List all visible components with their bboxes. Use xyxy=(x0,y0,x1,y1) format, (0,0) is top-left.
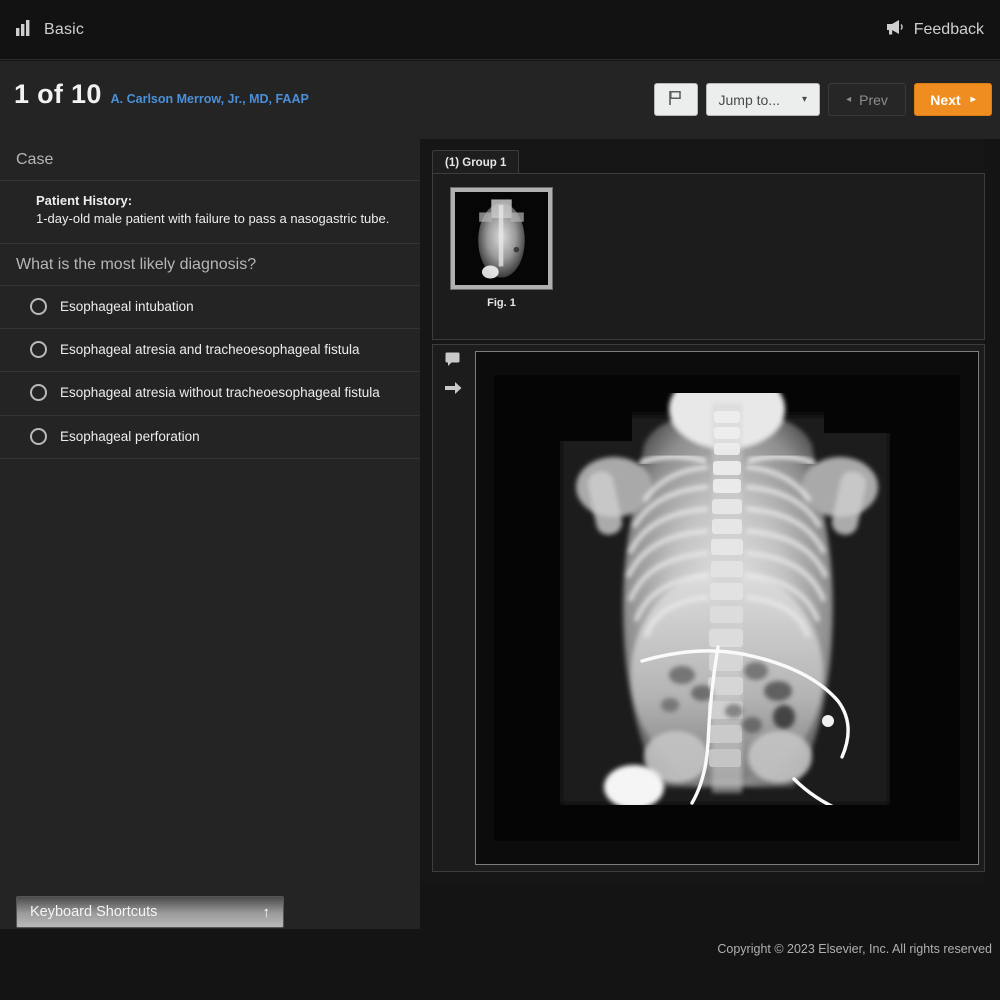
answer-option-1[interactable]: Esophageal intubation xyxy=(0,286,420,329)
arrow-up-icon: ↑ xyxy=(263,905,271,920)
next-label: Next xyxy=(930,92,960,108)
feedback-label: Feedback xyxy=(914,21,984,39)
thumbnail-item[interactable]: Fig. 1 xyxy=(451,188,552,309)
viewer-tools xyxy=(439,352,467,400)
answer-option-3[interactable]: Esophageal atresia without tracheoesopha… xyxy=(0,372,420,415)
answer-option-2[interactable]: Esophageal atresia and tracheoesophageal… xyxy=(0,329,420,372)
comment-bubble-icon[interactable] xyxy=(445,352,462,372)
brand-label: Basic xyxy=(44,21,84,39)
thumbnail-image[interactable] xyxy=(451,188,552,289)
case-counter-group: 1 of 10 A. Carlson Merrow, Jr., MD, FAAP xyxy=(14,79,309,110)
radio-icon[interactable] xyxy=(30,384,47,401)
case-panel: Case Patient History: 1-day-old male pat… xyxy=(0,139,420,929)
patient-history-label: Patient History: xyxy=(36,193,402,208)
image-viewer-panel: (1) Group 1 xyxy=(420,139,984,883)
tab-group-1[interactable]: (1) Group 1 xyxy=(432,150,519,175)
top-bar: Basic Feedback xyxy=(0,0,1000,60)
copyright-text: Copyright © 2023 Elsevier, Inc. All righ… xyxy=(717,942,992,956)
chevron-right-icon: ▸ xyxy=(971,95,976,105)
flag-icon xyxy=(668,90,683,109)
footer: Copyright © 2023 Elsevier, Inc. All righ… xyxy=(0,929,1000,1000)
viewer-tab-strip: (1) Group 1 xyxy=(432,150,519,175)
answer-option-label: Esophageal perforation xyxy=(60,427,200,447)
radio-icon[interactable] xyxy=(30,298,47,315)
keyboard-shortcuts-label: Keyboard Shortcuts xyxy=(30,904,157,920)
prev-label: Prev xyxy=(859,92,888,108)
answer-option-4[interactable]: Esophageal perforation xyxy=(0,416,420,459)
brand[interactable]: Basic xyxy=(16,19,84,41)
radio-icon[interactable] xyxy=(30,341,47,358)
answer-option-label: Esophageal atresia without tracheoesopha… xyxy=(60,383,380,403)
bar-chart-icon xyxy=(16,19,33,41)
answer-options: Esophageal intubation Esophageal atresia… xyxy=(0,286,420,459)
case-author: A. Carlson Merrow, Jr., MD, FAAP xyxy=(111,92,309,106)
arrow-right-icon[interactable] xyxy=(445,381,462,400)
thumbnail-strip: Fig. 1 xyxy=(432,173,985,340)
keyboard-shortcuts-button[interactable]: Keyboard Shortcuts ↑ xyxy=(16,896,284,928)
patient-history-text: 1-day-old male patient with failure to p… xyxy=(36,210,402,229)
next-button[interactable]: Next ▸ xyxy=(914,83,992,116)
jump-to-dropdown[interactable]: Jump to... ▾ xyxy=(706,83,821,116)
answer-option-label: Esophageal atresia and tracheoesophageal… xyxy=(60,340,359,360)
megaphone-icon xyxy=(885,19,905,40)
radio-icon[interactable] xyxy=(30,428,47,445)
flag-button[interactable] xyxy=(654,83,698,116)
chevron-left-icon: ◂ xyxy=(846,95,851,105)
case-counter: 1 of 10 xyxy=(14,79,102,110)
radiograph-image[interactable] xyxy=(475,351,979,865)
case-section-title: Case xyxy=(0,139,420,181)
chevron-down-icon: ▾ xyxy=(802,95,807,105)
thumbnail-caption: Fig. 1 xyxy=(487,297,516,309)
main-image-viewer xyxy=(432,344,985,872)
patient-history-block: Patient History: 1-day-old male patient … xyxy=(0,181,420,244)
prev-button[interactable]: ◂ Prev xyxy=(828,83,906,116)
question-text: What is the most likely diagnosis? xyxy=(0,244,420,286)
feedback-button[interactable]: Feedback xyxy=(885,19,984,40)
jump-to-label: Jump to... xyxy=(719,92,780,108)
answer-option-label: Esophageal intubation xyxy=(60,297,194,317)
navigation-controls: Jump to... ▾ ◂ Prev Next ▸ xyxy=(654,83,993,116)
